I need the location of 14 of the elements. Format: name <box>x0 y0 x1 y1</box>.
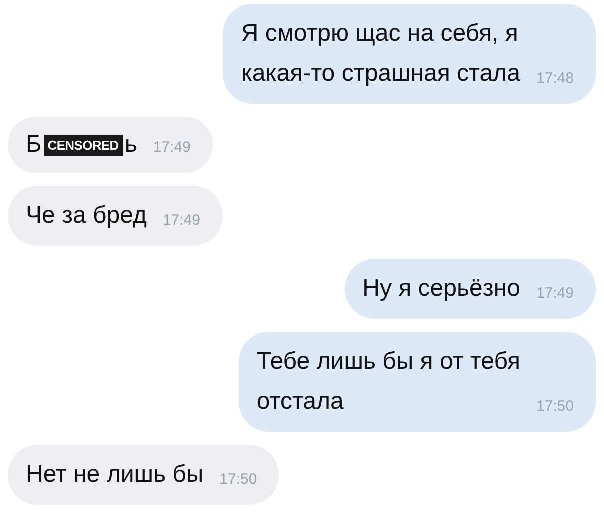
message-time: 17:49 <box>536 284 574 304</box>
message-time: 17:50 <box>220 470 258 490</box>
message-time: 17:48 <box>536 68 574 88</box>
message-text: Нет не лишь бы <box>26 460 204 490</box>
message-time: 17:50 <box>536 396 574 416</box>
message-text: Тебе лишь бы я от тебя отстала <box>256 347 520 417</box>
censor-label: CENSORED <box>44 134 123 156</box>
message-text: ь <box>124 130 138 160</box>
message-text: Ну я серьёзно <box>362 274 520 304</box>
message-text: Я смотрю щас на себя, я какая-то страшная стала <box>241 19 520 89</box>
message-time: 17:49 <box>153 138 191 158</box>
message-text: Б <box>26 130 42 160</box>
message-text: Че за бред <box>26 201 147 231</box>
message-time: 17:49 <box>162 210 200 230</box>
